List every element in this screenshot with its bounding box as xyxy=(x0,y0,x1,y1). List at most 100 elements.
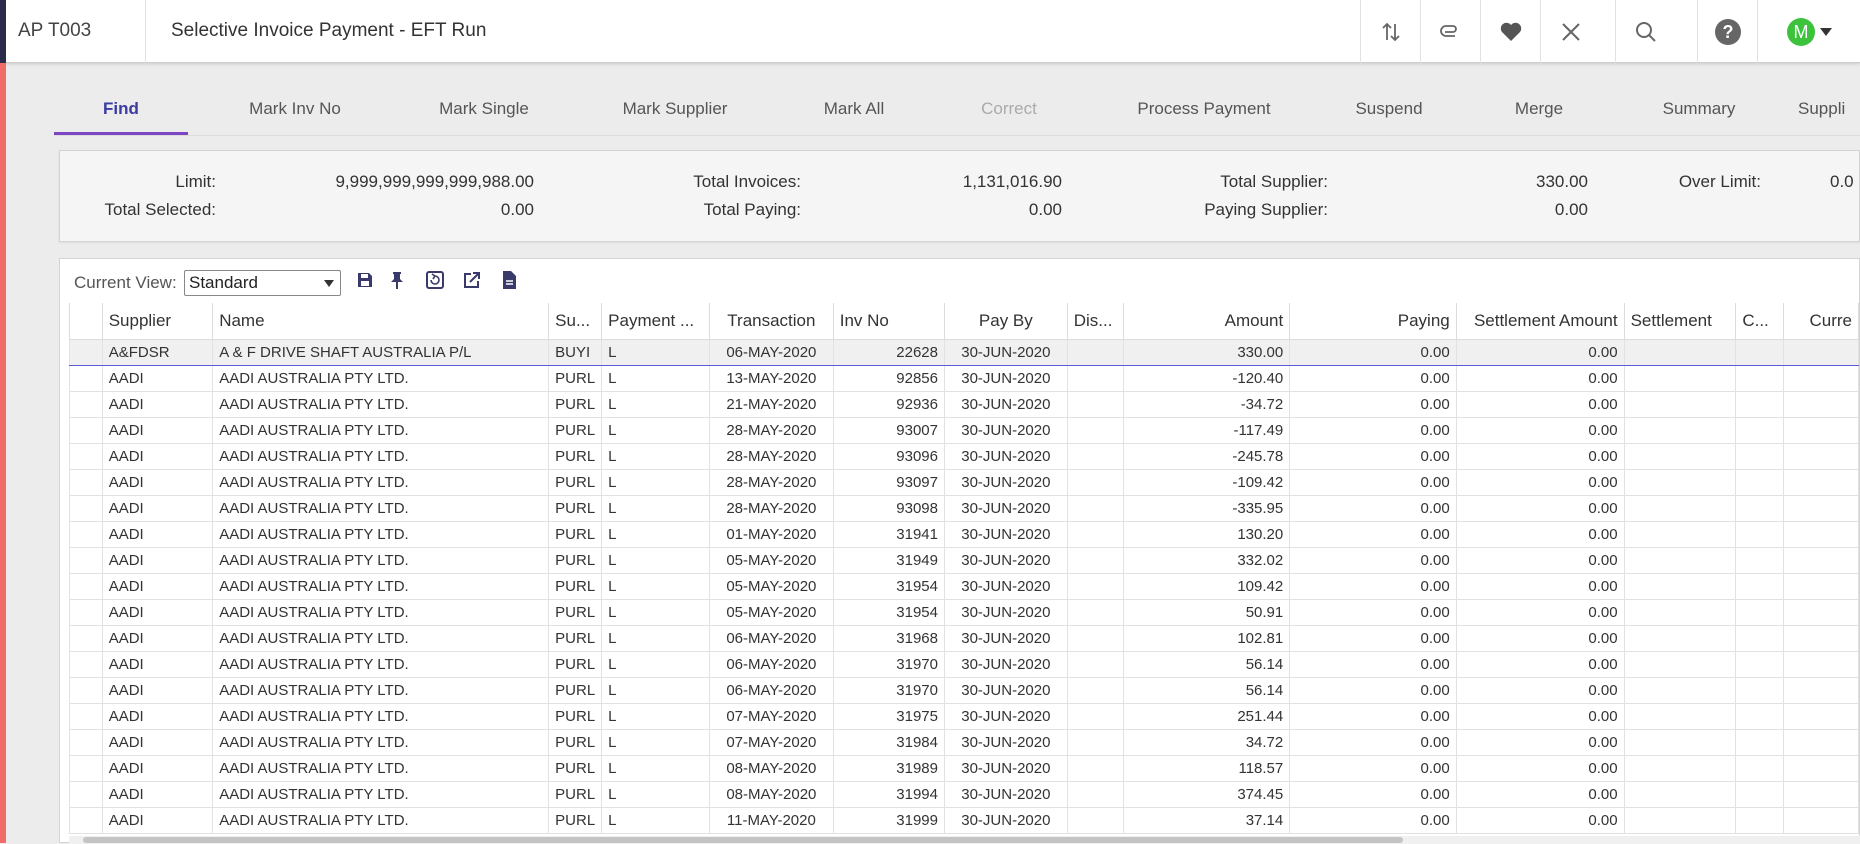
column-header[interactable]: C... xyxy=(1735,303,1785,340)
sort-button[interactable] xyxy=(1360,0,1420,63)
table-row[interactable]: AADI AADI AUSTRALIA PTY LTD. PURL L 28-MAY-2… xyxy=(69,468,1859,496)
table-cell: AADI xyxy=(101,442,214,470)
table-cell: 30-JUN-2020 xyxy=(944,468,1068,496)
tab-summary[interactable]: Summary xyxy=(1624,88,1774,136)
table-cell: AADI xyxy=(101,754,214,782)
table-cell: AADI xyxy=(101,780,214,808)
over-limit-label: Over Limit: xyxy=(1678,172,1761,191)
column-header[interactable]: Name xyxy=(212,303,550,340)
row-selector[interactable] xyxy=(69,728,103,756)
table-row[interactable]: AADI AADI AUSTRALIA PTY LTD. PURL L 07-MAY-2… xyxy=(69,728,1859,756)
tab-correct[interactable]: Correct xyxy=(934,88,1084,136)
external-link-icon xyxy=(462,270,482,295)
table-row[interactable]: AADI AADI AUSTRALIA PTY LTD. PURL L 01-MAY-2… xyxy=(69,520,1859,548)
row-selector[interactable] xyxy=(69,338,103,366)
table-row[interactable]: AADI AADI AUSTRALIA PTY LTD. PURL L 06-MAY-2… xyxy=(69,650,1859,678)
table-row[interactable]: AADI AADI AUSTRALIA PTY LTD. PURL L 05-MAY-2… xyxy=(69,598,1859,626)
row-selector[interactable] xyxy=(69,624,103,652)
table-row[interactable]: AADI AADI AUSTRALIA PTY LTD. PURL L 05-MAY-2… xyxy=(69,546,1859,574)
table-cell: 0.00 xyxy=(1289,442,1457,470)
table-row[interactable]: AADI AADI AUSTRALIA PTY LTD. PURL L 28-MAY-2… xyxy=(69,494,1859,522)
column-header[interactable]: Payment ... xyxy=(601,303,711,340)
table-cell xyxy=(1623,598,1737,626)
row-selector[interactable] xyxy=(69,598,103,626)
table-cell xyxy=(1735,416,1785,444)
column-header[interactable]: Supplier xyxy=(101,303,214,340)
total-selected-label: Total Selected: xyxy=(104,200,216,219)
row-selector[interactable] xyxy=(69,468,103,496)
table-row[interactable]: A&FDSR A & F DRIVE SHAFT AUSTRALIA P/L BUY… xyxy=(69,338,1859,366)
table-cell: 30-JUN-2020 xyxy=(944,416,1068,444)
row-selector[interactable] xyxy=(69,780,103,808)
table-cell xyxy=(1623,546,1737,574)
row-selector[interactable] xyxy=(69,676,103,704)
pin-view-button[interactable] xyxy=(385,270,409,294)
row-selector[interactable] xyxy=(69,416,103,444)
row-selector[interactable] xyxy=(69,494,103,522)
save-view-button[interactable] xyxy=(353,270,377,294)
table-row[interactable]: AADI AADI AUSTRALIA PTY LTD. PURL L 11-MAY-2… xyxy=(69,806,1859,834)
table-row[interactable]: AADI AADI AUSTRALIA PTY LTD. PURL L 21-MAY-2… xyxy=(69,390,1859,418)
total-paying-label: Total Paying: xyxy=(703,200,801,219)
tab-mark-inv-no[interactable]: Mark Inv No xyxy=(204,88,386,136)
search-button[interactable] xyxy=(1615,0,1675,63)
tab-process-payment[interactable]: Process Payment xyxy=(1094,88,1314,136)
row-selector[interactable] xyxy=(69,390,103,418)
tab-suspend[interactable]: Suspend xyxy=(1324,88,1454,136)
table-row[interactable]: AADI AADI AUSTRALIA PTY LTD. PURL L 28-MAY-2… xyxy=(69,442,1859,470)
column-header[interactable]: Settlement xyxy=(1623,303,1737,340)
row-selector[interactable] xyxy=(69,572,103,600)
table-row[interactable]: AADI AADI AUSTRALIA PTY LTD. PURL L 08-MAY-2… xyxy=(69,780,1859,808)
table-cell xyxy=(1623,390,1737,418)
table-cell: 28-MAY-2020 xyxy=(709,416,834,444)
column-header[interactable]: Amount xyxy=(1122,303,1291,340)
table-row[interactable]: AADI AADI AUSTRALIA PTY LTD. PURL L 08-MAY-2… xyxy=(69,754,1859,782)
column-header[interactable]: Su... xyxy=(548,303,603,340)
attachment-button[interactable] xyxy=(1420,0,1480,63)
table-cell: 0.00 xyxy=(1455,598,1625,626)
table-row[interactable]: AADI AADI AUSTRALIA PTY LTD. PURL L 07-MAY-2… xyxy=(69,702,1859,730)
row-selector[interactable] xyxy=(69,650,103,678)
row-selector[interactable] xyxy=(69,806,103,834)
column-header[interactable]: Curre xyxy=(1783,303,1859,340)
reset-view-button[interactable] xyxy=(423,270,447,294)
row-selector[interactable] xyxy=(69,546,103,574)
column-header[interactable]: Inv No xyxy=(832,303,946,340)
tab-merge[interactable]: Merge xyxy=(1474,88,1604,136)
table-cell xyxy=(1623,494,1737,522)
table-cell: AADI AUSTRALIA PTY LTD. xyxy=(212,676,550,704)
table-cell: 0.00 xyxy=(1289,806,1457,834)
table-cell: 30-JUN-2020 xyxy=(944,546,1068,574)
column-header[interactable]: Paying xyxy=(1289,303,1457,340)
favourite-button[interactable] xyxy=(1480,0,1540,63)
table-row[interactable]: AADI AADI AUSTRALIA PTY LTD. PURL L 28-MAY-2… xyxy=(69,416,1859,444)
export-button[interactable] xyxy=(460,270,484,294)
column-header[interactable]: Settlement Amount xyxy=(1455,303,1625,340)
current-view-select[interactable]: Standard xyxy=(184,270,341,296)
column-header[interactable]: Dis... xyxy=(1066,303,1124,340)
tab-mark-all[interactable]: Mark All xyxy=(784,88,924,136)
table-row[interactable]: AADI AADI AUSTRALIA PTY LTD. PURL L 06-MAY-2… xyxy=(69,624,1859,652)
tab-find[interactable]: Find xyxy=(54,88,188,136)
tab-mark-supplier[interactable]: Mark Supplier xyxy=(582,88,768,136)
document-button[interactable] xyxy=(497,270,521,294)
row-selector[interactable] xyxy=(69,364,103,392)
tab-mark-single[interactable]: Mark Single xyxy=(404,88,564,136)
row-selector[interactable] xyxy=(69,754,103,782)
table-cell xyxy=(1783,624,1859,652)
column-header[interactable]: Transaction xyxy=(709,303,834,340)
column-header[interactable]: Pay By xyxy=(944,303,1068,340)
help-button[interactable]: ? xyxy=(1697,0,1757,63)
table-cell: A&FDSR xyxy=(101,338,214,366)
row-selector[interactable] xyxy=(69,520,103,548)
row-selector[interactable] xyxy=(69,442,103,470)
user-menu-button[interactable]: M xyxy=(1757,0,1860,63)
row-selector[interactable] xyxy=(69,702,103,730)
close-button[interactable] xyxy=(1540,0,1600,63)
table-row[interactable]: AADI AADI AUSTRALIA PTY LTD. PURL L 13-MAY-2… xyxy=(69,364,1859,392)
tab-supplier[interactable]: Suppli xyxy=(1798,88,1860,136)
table-row[interactable]: AADI AADI AUSTRALIA PTY LTD. PURL L 06-MAY-2… xyxy=(69,676,1859,704)
table-cell: L xyxy=(601,754,711,782)
table-row[interactable]: AADI AADI AUSTRALIA PTY LTD. PURL L 05-MAY-2… xyxy=(69,572,1859,600)
scrollbar-thumb[interactable] xyxy=(83,837,1403,843)
